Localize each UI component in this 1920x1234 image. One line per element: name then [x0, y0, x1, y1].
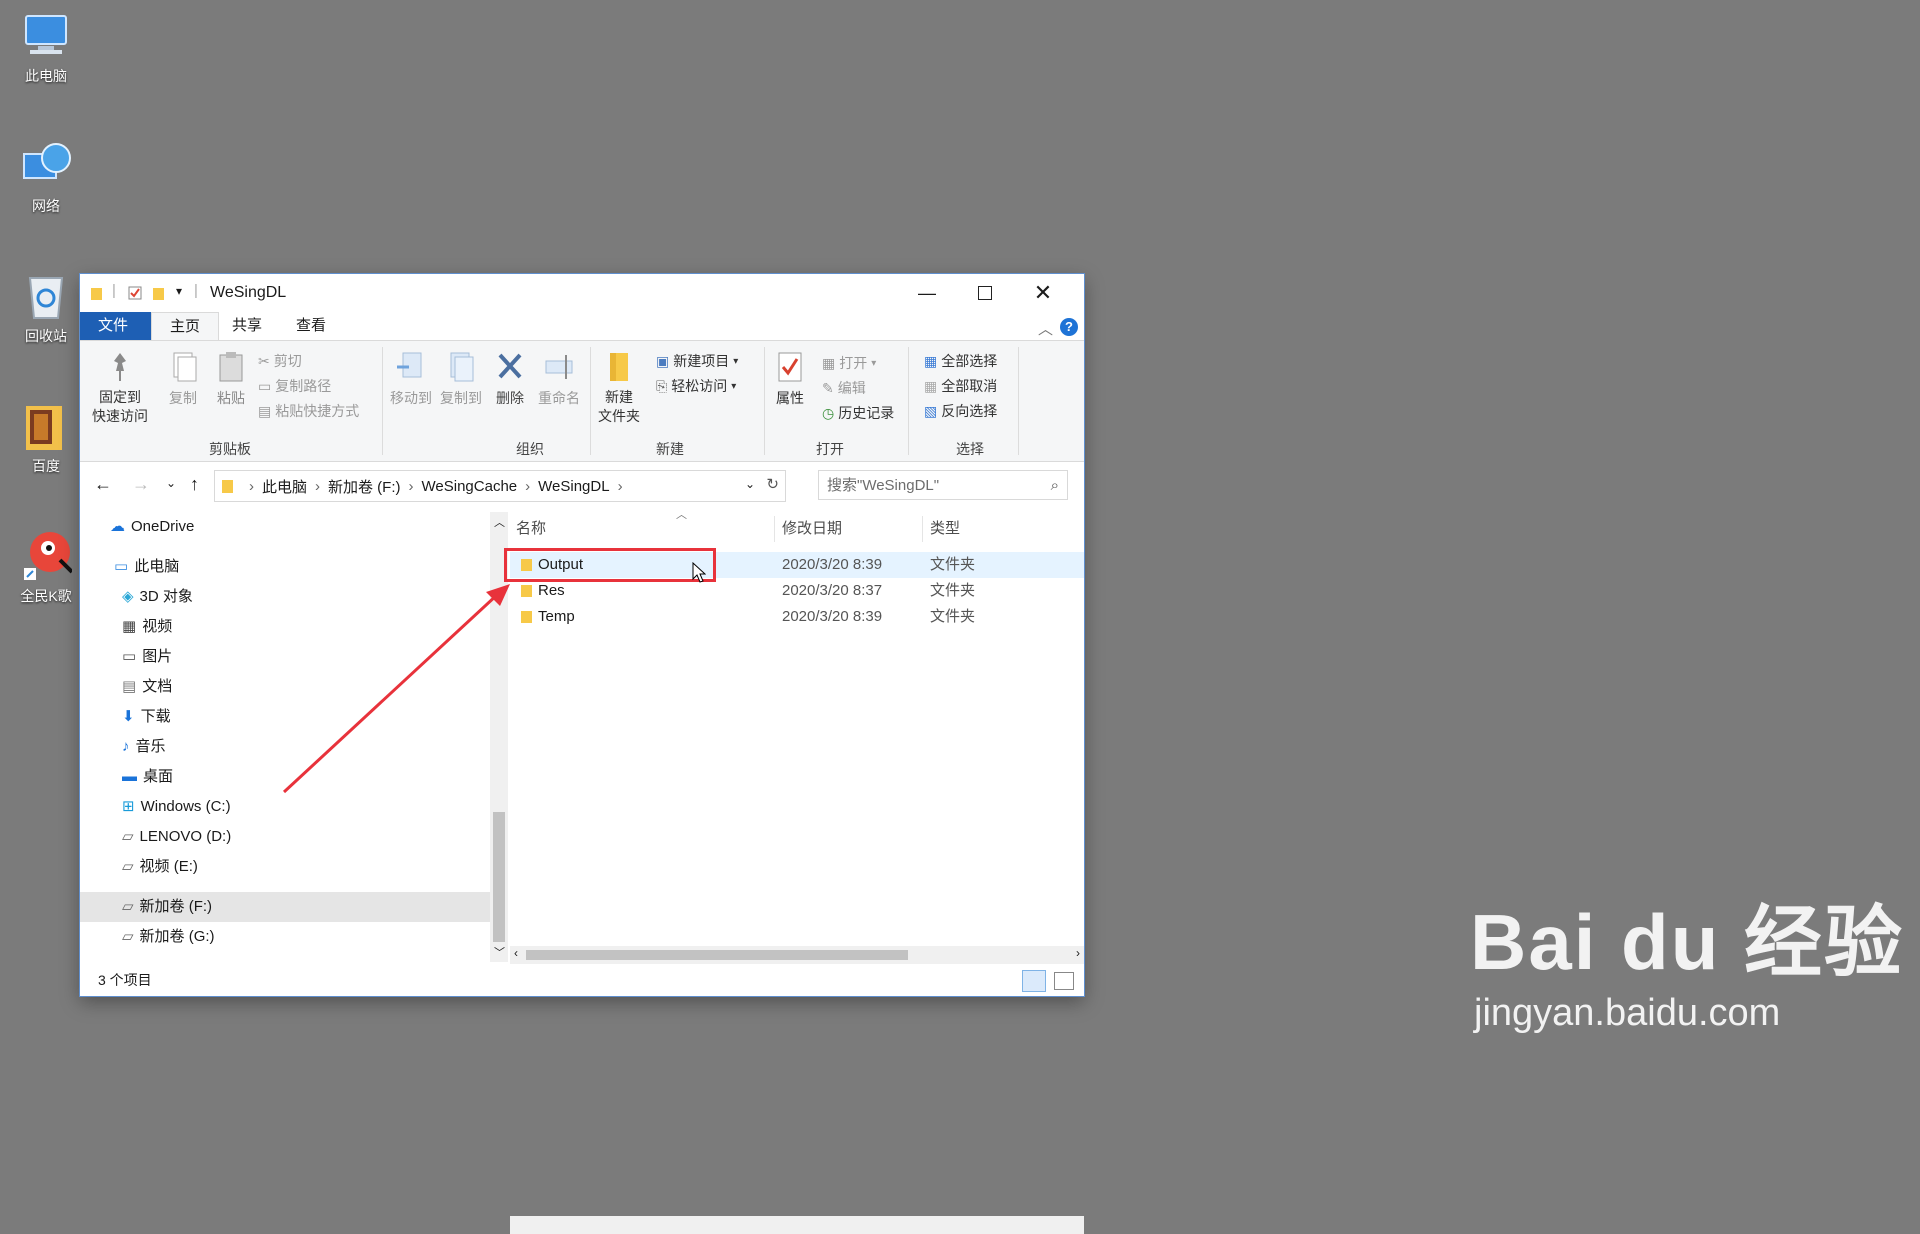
baidu-watermark-url: jingyan.baidu.com [1474, 992, 1781, 1034]
baidu-watermark-logo: Bai du 经验 [1470, 898, 1905, 986]
horizontal-scrollbar[interactable] [510, 1216, 1084, 1234]
mouse-cursor-icon [692, 562, 706, 583]
